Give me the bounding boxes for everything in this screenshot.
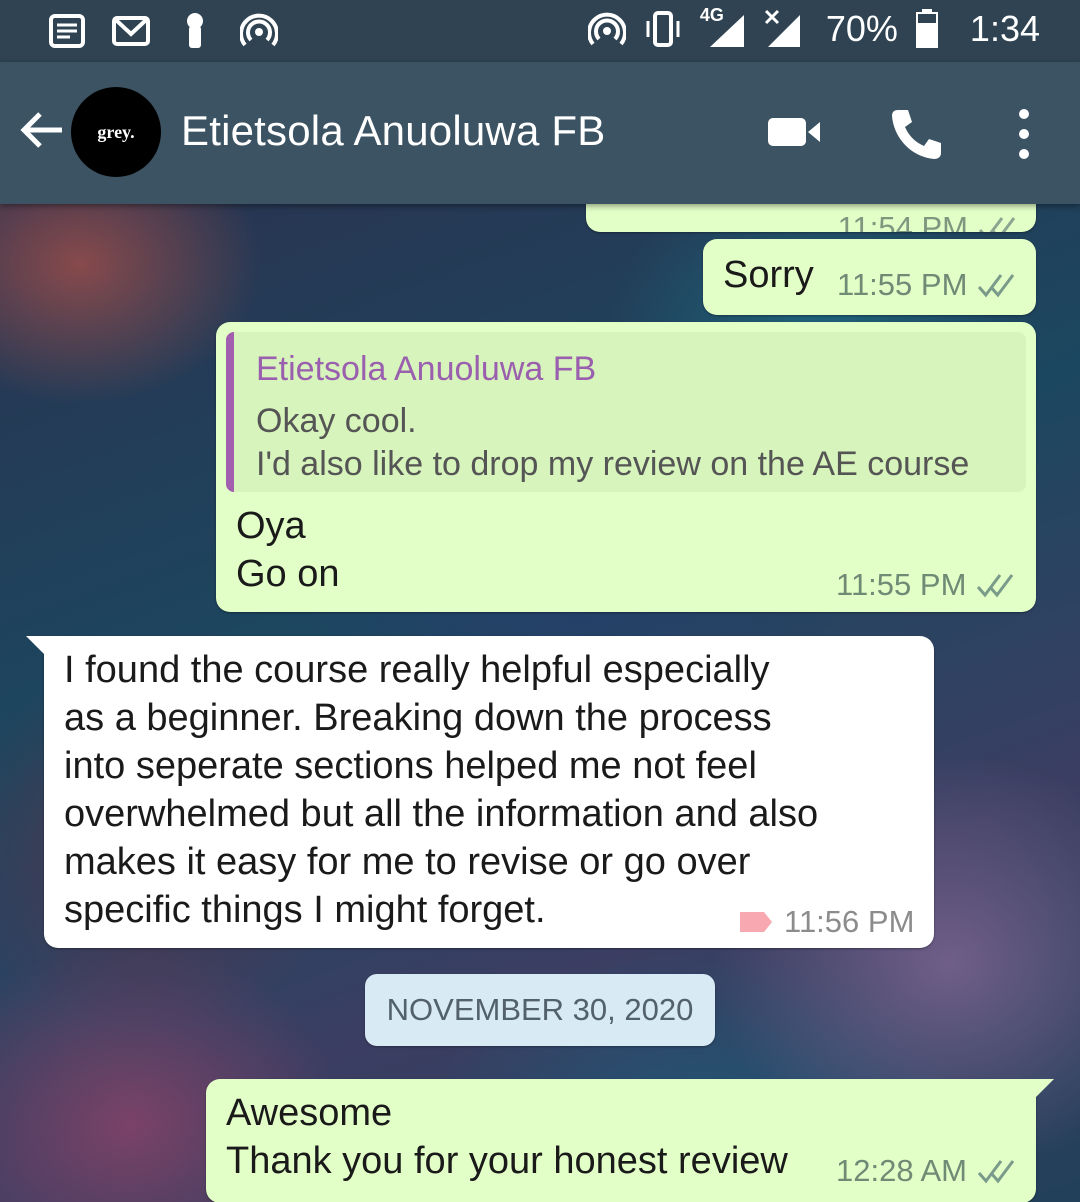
- quoted-text: Okay cool. I'd also like to drop my revi…: [256, 400, 969, 486]
- message-line: Oya: [236, 505, 306, 547]
- message-line: into seperate sections helped me not fee…: [64, 745, 757, 787]
- label-tag-icon: [740, 912, 772, 932]
- battery-icon: [915, 9, 938, 48]
- date-divider: NOVEMBER 30, 2020: [365, 974, 715, 1046]
- signal-4g-icon: 4G: [700, 5, 746, 49]
- message-text: Sorry: [723, 254, 814, 296]
- chat-header: grey. Etietsola Anuoluwa FB: [0, 62, 1080, 204]
- bubble-tail: [26, 636, 50, 660]
- keyhole-icon: [187, 13, 203, 48]
- vibrate-icon: [646, 11, 680, 47]
- message-time: 11:55 PM: [837, 267, 968, 302]
- message-bubble-partial[interactable]: 11:54 PM: [586, 204, 1036, 232]
- message-line: specific things I might forget.: [64, 889, 546, 931]
- quoted-author: Etietsola Anuoluwa FB: [256, 350, 597, 388]
- phone-icon[interactable]: [888, 106, 944, 162]
- signal-no-icon: [764, 9, 800, 47]
- video-call-icon[interactable]: [766, 114, 822, 150]
- quoted-line: I'd also like to drop my review on the A…: [256, 445, 970, 483]
- message-line: Awesome: [226, 1092, 393, 1134]
- notes-icon: [49, 14, 85, 48]
- message-line: makes it easy for me to revise or go ove…: [64, 841, 751, 883]
- clock: 1:34: [969, 8, 1040, 49]
- chat-area[interactable]: 11:54 PM Sorry 11:55 PM Etietsola Anuolu…: [0, 204, 1080, 1202]
- message-text: Awesome Thank you for your honest review: [226, 1089, 788, 1185]
- more-vert-icon[interactable]: [1004, 106, 1044, 162]
- double-check-icon: [978, 217, 1016, 232]
- hotspot-icon: [240, 13, 278, 47]
- message-text: I found the course really helpful especi…: [64, 646, 818, 934]
- message-meta: 12:28 AM: [836, 1153, 1017, 1189]
- double-check-icon: [977, 1160, 1015, 1184]
- message-line: as a beginner. Breaking down the process: [64, 697, 772, 739]
- message-line: Go on: [236, 553, 340, 595]
- back-arrow-icon[interactable]: [18, 106, 66, 154]
- message-bubble-sorry[interactable]: Sorry 11:55 PM: [703, 239, 1036, 315]
- message-text: Oya Go on: [236, 502, 340, 598]
- message-bubble-review[interactable]: I found the course really helpful especi…: [26, 636, 934, 948]
- avatar[interactable]: grey.: [71, 87, 161, 177]
- avatar-text: grey.: [97, 121, 135, 142]
- bubble-tail: [1030, 1079, 1054, 1103]
- battery-percent: 70%: [825, 8, 898, 49]
- message-meta: 11:55 PM: [836, 567, 1016, 603]
- contact-name[interactable]: Etietsola Anuoluwa FB: [181, 107, 605, 155]
- message-time: 11:55 PM: [836, 567, 967, 602]
- hotspot-icon: [587, 12, 626, 46]
- double-check-icon: [977, 574, 1014, 598]
- message-line: Thank you for your honest review: [226, 1140, 788, 1182]
- quoted-line: Okay cool.: [256, 402, 417, 440]
- double-check-icon: [978, 274, 1015, 298]
- status-bar: 4G 70% 1:34: [0, 0, 1080, 62]
- message-time: 11:56 PM: [784, 904, 915, 939]
- gmail-icon: [112, 16, 150, 46]
- message-time: 12:28 AM: [836, 1153, 967, 1188]
- message-meta: 11:56 PM: [738, 904, 914, 940]
- message-meta: 11:55 PM: [837, 267, 1017, 303]
- message-line: I found the course really helpful especi…: [64, 649, 770, 691]
- quoted-message[interactable]: Etietsola Anuoluwa FB Okay cool. I'd als…: [226, 332, 1026, 492]
- message-bubble-awesome[interactable]: Awesome Thank you for your honest review…: [206, 1079, 1054, 1202]
- message-bubble-reply[interactable]: Etietsola Anuoluwa FB Okay cool. I'd als…: [216, 322, 1036, 612]
- message-meta: 11:54 PM: [838, 204, 1018, 232]
- message-line: overwhelmed but all the information and …: [64, 793, 819, 835]
